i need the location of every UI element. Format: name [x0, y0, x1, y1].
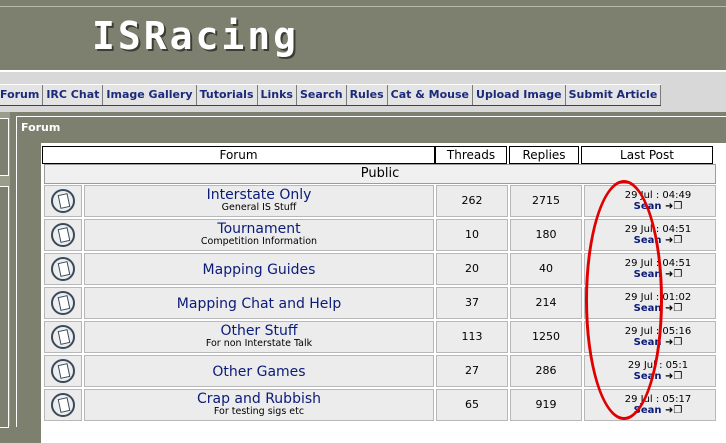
goto-post-icon[interactable]: ➜❐ [665, 405, 682, 417]
column-header-replies: Replies [509, 146, 579, 164]
replies-count: 2715 [510, 185, 582, 217]
replies-count: 919 [510, 389, 582, 421]
forum-description: Competition Information [200, 236, 318, 247]
nav-item-search[interactable]: Search [296, 85, 347, 105]
forum-status-icon [51, 291, 75, 315]
threads-count: 37 [436, 287, 508, 319]
forum-icon-cell [44, 253, 82, 285]
goto-post-icon[interactable]: ➜❐ [665, 201, 682, 213]
threads-count: 20 [436, 253, 508, 285]
forum-status-icon [51, 393, 75, 417]
threads-count: 65 [436, 389, 508, 421]
goto-post-icon[interactable]: ➜❐ [665, 371, 682, 383]
nav-item-image-gallery[interactable]: Image Gallery [103, 85, 197, 105]
column-header-forum: Forum [42, 146, 435, 164]
forum-status-icon [51, 359, 75, 383]
forum-status-icon [51, 257, 75, 281]
column-header-threads: Threads [435, 146, 507, 164]
forum-name-cell: Mapping Chat and Help [84, 287, 434, 319]
forum-name-cell: Mapping Guides [84, 253, 434, 285]
nav-item-tutorials[interactable]: Tutorials [196, 85, 258, 105]
forum-description: For testing sigs etc [213, 406, 305, 417]
nav-item-irc-chat[interactable]: IRC Chat [43, 85, 104, 105]
forum-icon-cell [44, 185, 82, 217]
forum-link[interactable]: Tournament [85, 221, 433, 237]
forum-icon-cell [44, 287, 82, 319]
forum-description: For non Interstate Talk [205, 338, 313, 349]
threads-count: 262 [436, 185, 508, 217]
forum-link[interactable]: Other Games [85, 364, 433, 380]
forum-link[interactable]: Other Stuff [85, 323, 433, 339]
left-sidebar-box [0, 118, 9, 176]
nav-item-upload-image[interactable]: Upload Image [473, 85, 566, 105]
forum-icon-cell [44, 219, 82, 251]
nav-item-links[interactable]: Links [257, 85, 297, 105]
forum-description: General IS Stuff [221, 202, 297, 213]
replies-count: 1250 [510, 321, 582, 353]
goto-post-icon[interactable]: ➜❐ [665, 337, 682, 349]
forum-name-cell: Other Games [84, 355, 434, 387]
threads-count: 10 [436, 219, 508, 251]
replies-count: 180 [510, 219, 582, 251]
goto-post-icon[interactable]: ➜❐ [665, 303, 682, 315]
section-header: Public [44, 164, 716, 184]
red-annotation-circle [585, 180, 663, 420]
site-header: ISRacing [0, 0, 726, 70]
replies-count: 286 [510, 355, 582, 387]
nav-item-forum[interactable]: Forum [0, 85, 44, 105]
forum-icon-cell [44, 389, 82, 421]
nav-bar: Forum IRC Chat Image Gallery Tutorials L… [0, 72, 726, 112]
threads-count: 27 [436, 355, 508, 387]
forum-name-cell: Tournament Competition Information [84, 219, 434, 251]
nav-menu: Forum IRC Chat Image Gallery Tutorials L… [0, 84, 662, 106]
forum-name-cell: Other Stuff For non Interstate Talk [84, 321, 434, 353]
nav-item-cat-mouse[interactable]: Cat & Mouse [387, 85, 474, 105]
threads-count: 113 [436, 321, 508, 353]
column-header-last-post: Last Post [581, 146, 713, 164]
panel-title: Forum [21, 121, 61, 134]
nav-item-submit-article[interactable]: Submit Article [565, 85, 662, 105]
replies-count: 214 [510, 287, 582, 319]
replies-count: 40 [510, 253, 582, 285]
forum-status-icon [51, 189, 75, 213]
forum-link[interactable]: Crap and Rubbish [85, 391, 433, 407]
forum-link[interactable]: Interstate Only [85, 187, 433, 203]
forum-icon-cell [44, 355, 82, 387]
nav-item-rules[interactable]: Rules [346, 85, 388, 105]
goto-post-icon[interactable]: ➜❐ [665, 269, 682, 281]
forum-link[interactable]: Mapping Guides [85, 262, 433, 278]
header-rule [0, 6, 726, 7]
forum-link[interactable]: Mapping Chat and Help [85, 296, 433, 312]
forum-name-cell: Interstate Only General IS Stuff [84, 185, 434, 217]
forum-status-icon [51, 325, 75, 349]
forum-name-cell: Crap and Rubbish For testing sigs etc [84, 389, 434, 421]
site-logo[interactable]: ISRacing [92, 14, 299, 58]
goto-post-icon[interactable]: ➜❐ [665, 235, 682, 247]
forum-icon-cell [44, 321, 82, 353]
left-sidebar-box [0, 186, 9, 428]
forum-status-icon [51, 223, 75, 247]
